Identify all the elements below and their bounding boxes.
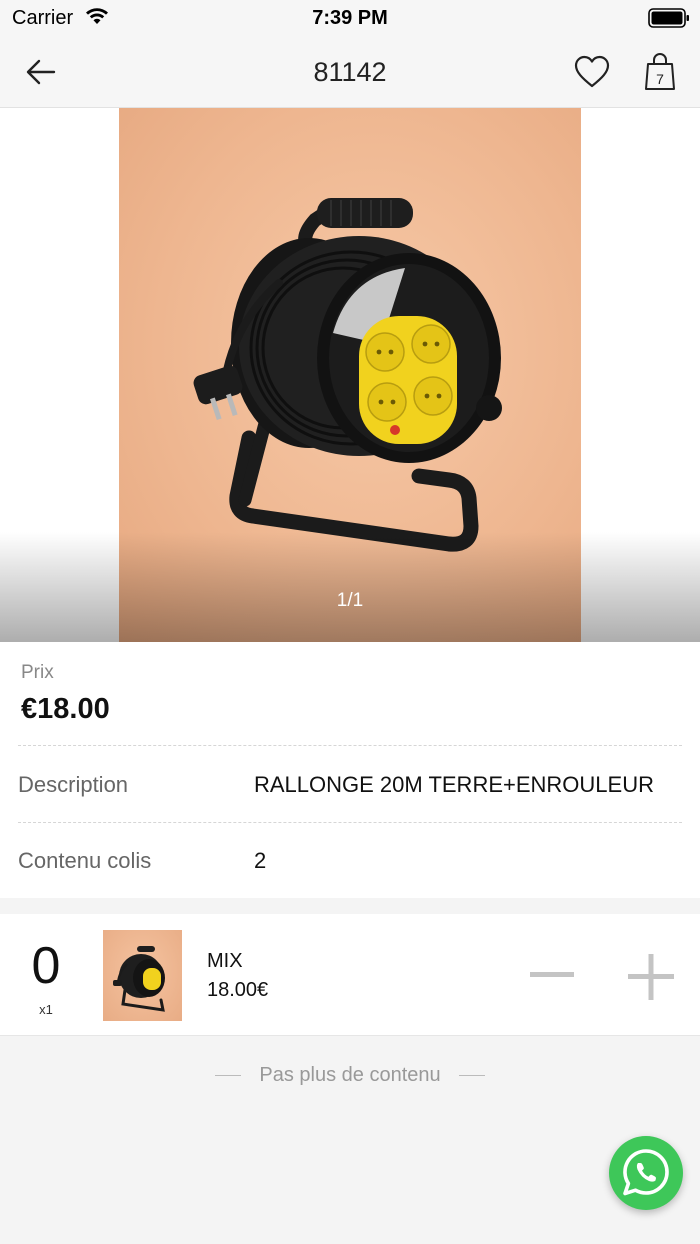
variant-price: 18.00€	[207, 979, 269, 1001]
increase-quantity-button[interactable]	[624, 950, 678, 1002]
end-of-content-text: Pas plus de contenu	[259, 1064, 441, 1086]
gallery-shade	[0, 532, 700, 642]
shopping-bag-icon: 7	[645, 53, 675, 90]
page-indicator: 1/1	[336, 590, 364, 611]
cart-count: 7	[656, 71, 664, 87]
clock: 7:39 PM	[312, 7, 388, 29]
description-label: Description	[18, 772, 129, 797]
minus-icon	[530, 972, 574, 977]
end-of-content: Pas plus de contenu	[0, 1064, 700, 1087]
price-value: €18.00	[21, 693, 110, 725]
nav-bar: 81142 7	[0, 36, 700, 108]
quantity-multiplier: x1	[39, 1002, 53, 1017]
divider	[18, 745, 682, 746]
heart-icon	[574, 55, 610, 88]
divider-line	[214, 1075, 241, 1076]
divider-line	[459, 1075, 486, 1076]
cart-button[interactable]: 7	[640, 50, 680, 94]
product-gallery[interactable]: 1/1	[0, 108, 700, 642]
battery-icon	[648, 8, 690, 33]
variant-row: 0 x1 MIX 18.00€	[0, 914, 700, 1036]
whatsapp-icon	[623, 1149, 669, 1196]
favorite-button[interactable]	[572, 53, 612, 91]
price-label: Prix	[21, 662, 54, 683]
whatsapp-button[interactable]	[609, 1136, 683, 1210]
variant-name: MIX	[207, 950, 243, 972]
plus-icon	[628, 954, 674, 1000]
status-bar: Carrier 7:39 PM	[0, 0, 700, 36]
variant-thumbnail[interactable]	[103, 930, 182, 1021]
package-content-value: 2	[254, 848, 267, 873]
decrease-quantity-button[interactable]	[526, 952, 580, 998]
description-value: RALLONGE 20M TERRE+ENROULEUR	[254, 772, 654, 797]
package-content-label: Contenu colis	[18, 848, 152, 873]
product-info: Prix €18.00 Description RALLONGE 20M TER…	[0, 642, 700, 898]
quantity-value: 0	[31, 937, 61, 995]
divider	[18, 822, 682, 823]
